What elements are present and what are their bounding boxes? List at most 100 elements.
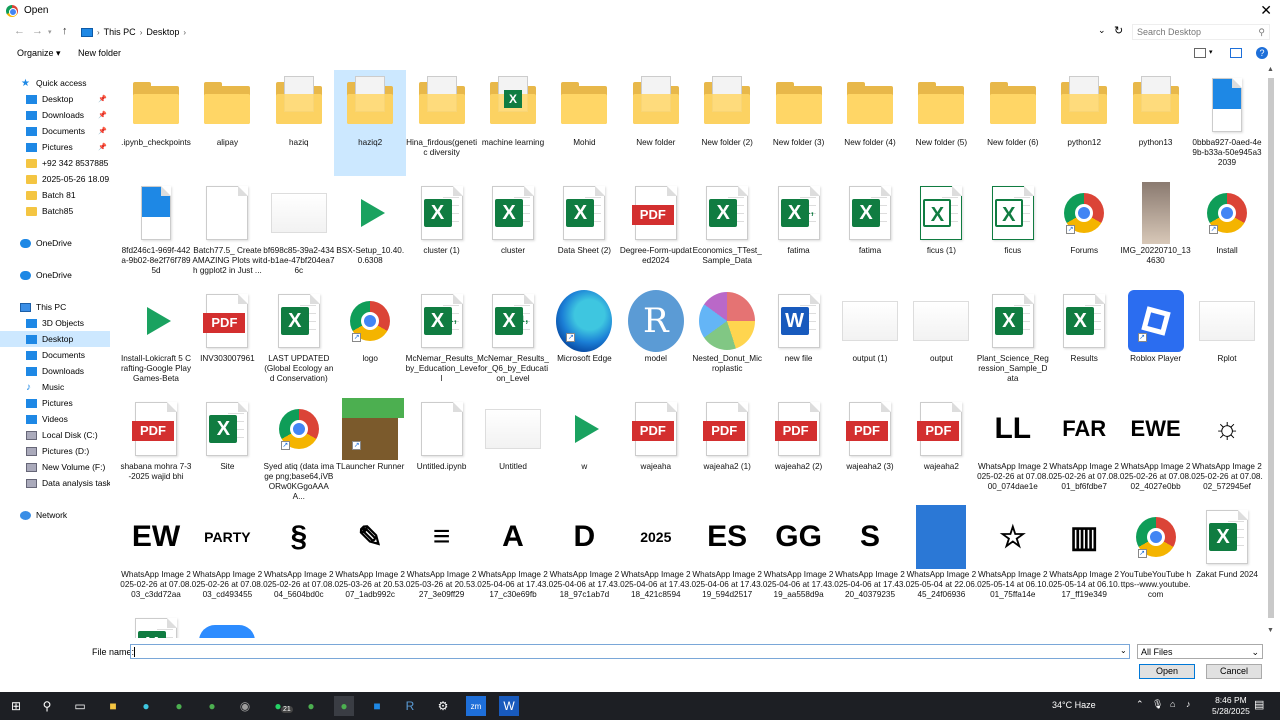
file-item[interactable]: Nested_Donut_Microplastic xyxy=(691,286,763,392)
file-item[interactable]: Xa, McNemar_Results_by_Education_Level xyxy=(406,286,478,392)
file-item[interactable]: A WhatsApp Image 2025-04-06 at 17.43.17_c… xyxy=(477,502,549,608)
nav-item[interactable]: OneDrive xyxy=(0,267,110,283)
chevron-right-icon[interactable]: › xyxy=(183,28,186,37)
file-item[interactable]: Xcluster (1) xyxy=(406,178,478,284)
file-item[interactable]: Xa, fatima xyxy=(763,178,835,284)
file-item[interactable]: Install-Lokicraft 5 Crafting-Google Play… xyxy=(120,286,192,392)
chrome-active-icon[interactable]: ● xyxy=(334,696,354,716)
file-item[interactable]: Rmodel xyxy=(620,286,692,392)
cancel-button[interactable]: Cancel xyxy=(1206,664,1262,679)
breadcrumb[interactable]: › This PC › Desktop › xyxy=(78,24,1126,40)
file-item[interactable]: ↗ Syed atiq (data image png;base64,iVBORw… xyxy=(263,394,335,501)
nav-item[interactable]: Pictures 📌 xyxy=(0,139,110,155)
file-item[interactable]: X Economics_TTest_Sample_Data xyxy=(691,178,763,284)
nav-item[interactable]: Desktop xyxy=(0,331,110,347)
nav-item[interactable]: Downloads 📌 xyxy=(0,107,110,123)
file-item[interactable]: Wnew file xyxy=(763,286,835,392)
search-input[interactable]: Search Desktop ⚲ xyxy=(1132,24,1270,40)
nav-item[interactable]: New Volume (F:) xyxy=(0,459,110,475)
new-folder-button[interactable]: New folder xyxy=(78,48,121,58)
file-item[interactable]: New folder (6) xyxy=(977,70,1049,176)
microphone-icon[interactable]: 🎙 xyxy=(1152,699,1163,710)
file-item[interactable]: BSX-Setup_10.40.0.6308 xyxy=(334,178,406,284)
file-item[interactable]: GG WhatsApp Image 2025-04-06 at 17.43.19_… xyxy=(763,502,835,608)
windows-start-icon[interactable]: ⊞ xyxy=(6,696,26,716)
file-item[interactable]: X LAST UPDATED (Global Ecology and Conser… xyxy=(263,286,335,392)
file-item[interactable]: alipay xyxy=(191,70,263,176)
nav-item[interactable]: Pictures xyxy=(0,395,110,411)
file-item[interactable]: bf698c85-39a2-434d-b1ae-47bf204ea76c xyxy=(263,178,335,284)
nav-item[interactable]: OneDrive xyxy=(0,235,110,251)
scrollbar-thumb[interactable] xyxy=(1268,78,1274,618)
file-item[interactable]: output (1) xyxy=(834,286,906,392)
nav-item[interactable]: Local Disk (C:) xyxy=(0,427,110,443)
file-item[interactable]: haziq xyxy=(263,70,335,176)
file-item[interactable]: PDF wajeaha2 (3) xyxy=(834,394,906,500)
file-item[interactable]: ↗ YouTubeYouTube https--www.youtube.com xyxy=(1120,502,1192,608)
clock[interactable]: 8:46 PM 5/28/2025 xyxy=(1212,695,1250,717)
network-icon[interactable]: ⌂ xyxy=(1170,699,1175,709)
scroll-down-icon[interactable]: ▼ xyxy=(1267,627,1274,634)
file-item[interactable]: X Data Sheet (2) xyxy=(548,178,620,284)
file-item[interactable]: ↗ Install xyxy=(1191,178,1263,284)
vertical-scrollbar[interactable]: ▲ ▼ xyxy=(1266,66,1276,638)
volume-icon[interactable]: ♪ xyxy=(1186,699,1191,709)
file-item[interactable]: ▥ WhatsApp Image 2025-05-14 at 06.10.17_f… xyxy=(1048,502,1120,608)
nav-item[interactable]: This PC xyxy=(0,299,110,315)
file-item[interactable]: EWE WhatsApp Image 2025-02-26 at 07.08.02… xyxy=(1120,394,1192,500)
nav-item[interactable]: Batch85 xyxy=(0,203,110,219)
file-item[interactable]: WhatsApp Image 2025-05-04 at 22.06.45_24… xyxy=(905,502,977,608)
file-item[interactable]: .ipynb_checkpoints xyxy=(120,70,192,176)
file-item[interactable]: python13 xyxy=(1120,70,1192,176)
breadcrumb-this-pc[interactable]: This PC xyxy=(104,27,136,37)
chevron-right-icon[interactable]: › xyxy=(97,28,100,37)
file-item[interactable]: PDF INV303007961 xyxy=(191,286,263,392)
file-item[interactable]: X Zakat Fund 2024 xyxy=(1191,502,1263,608)
zoom-icon[interactable]: zm xyxy=(466,696,486,716)
refresh-icon[interactable]: ↻ xyxy=(1114,24,1123,37)
file-item[interactable]: X Plant_Science_Regression_Sample_Data xyxy=(977,286,1049,392)
up-arrow-icon[interactable]: ↑ xyxy=(62,25,68,37)
file-item[interactable]: ↗ Forums xyxy=(1048,178,1120,284)
view-options-icon[interactable] xyxy=(1194,48,1206,58)
help-icon[interactable]: ? xyxy=(1256,47,1268,59)
file-item[interactable]: ↗ logo xyxy=(334,286,406,392)
file-item[interactable]: ↗ Roblox Player xyxy=(1120,286,1192,392)
edge-icon[interactable]: ● xyxy=(136,696,156,716)
file-item[interactable]: ☆ WhatsApp Image 2025-05-14 at 06.10.01_7… xyxy=(977,502,1049,608)
chrome-icon[interactable]: ● xyxy=(169,696,189,716)
file-type-select[interactable]: All Files ⌄ xyxy=(1137,644,1263,659)
file-item[interactable]: Xficus (1) xyxy=(905,178,977,284)
address-dropdown-icon[interactable]: ⌄ xyxy=(1098,25,1106,36)
r-icon[interactable]: R xyxy=(400,696,420,716)
chrome-icon[interactable]: ● xyxy=(202,696,222,716)
file-item[interactable]: PARTY WhatsApp Image 2025-02-26 at 07.08.… xyxy=(191,502,263,608)
nav-item[interactable]: 2025-05-26 18.09.45 xyxy=(0,171,110,187)
file-item[interactable]: ↗ Microsoft Edge xyxy=(548,286,620,392)
file-item[interactable]: Batch77.5_ Create AMAZING Plots with ggp… xyxy=(191,178,263,284)
nav-item[interactable]: +92 342 8537885 xyxy=(0,155,110,171)
file-item[interactable]: § WhatsApp Image 2025-02-26 at 07.08.04_5… xyxy=(263,502,335,608)
file-item[interactable]: output xyxy=(905,286,977,392)
outlook-icon[interactable]: ■ xyxy=(367,696,387,716)
file-item[interactable]: Mohid xyxy=(548,70,620,176)
close-button[interactable]: ✕ xyxy=(1260,2,1272,18)
preview-pane-icon[interactable] xyxy=(1230,48,1242,58)
file-item[interactable]: D WhatsApp Image 2025-04-06 at 17.43.18_9… xyxy=(548,502,620,608)
forward-arrow-icon[interactable]: → xyxy=(32,25,43,37)
nav-item[interactable]: Documents xyxy=(0,347,110,363)
file-explorer-icon[interactable]: ■ xyxy=(103,696,123,716)
file-item[interactable]: ≡ WhatsApp Image 2025-03-26 at 20.53.27_3… xyxy=(406,502,478,608)
file-item[interactable]: FAR WhatsApp Image 2025-02-26 at 07.08.01… xyxy=(1048,394,1120,500)
file-item[interactable]: PDF wajeaha2 xyxy=(905,394,977,500)
file-item[interactable]: PDF shabana mohra 7-3-2025 wajid bhi xyxy=(120,394,192,500)
file-item[interactable]: Untitled xyxy=(477,394,549,500)
file-item[interactable]: S WhatsApp Image 2025-04-06 at 17.43.20_4… xyxy=(834,502,906,608)
file-item[interactable]: X xyxy=(120,610,192,638)
tray-chevron-icon[interactable]: ⌃ xyxy=(1136,699,1144,710)
nav-item[interactable]: ★ Quick access xyxy=(0,75,110,91)
file-item[interactable]: haziq2 xyxy=(334,70,407,176)
file-item[interactable]: ES WhatsApp Image 2025-04-06 at 17.43.19_… xyxy=(691,502,763,608)
chrome-icon[interactable]: ● xyxy=(301,696,321,716)
file-item[interactable]: Xcluster xyxy=(477,178,549,284)
